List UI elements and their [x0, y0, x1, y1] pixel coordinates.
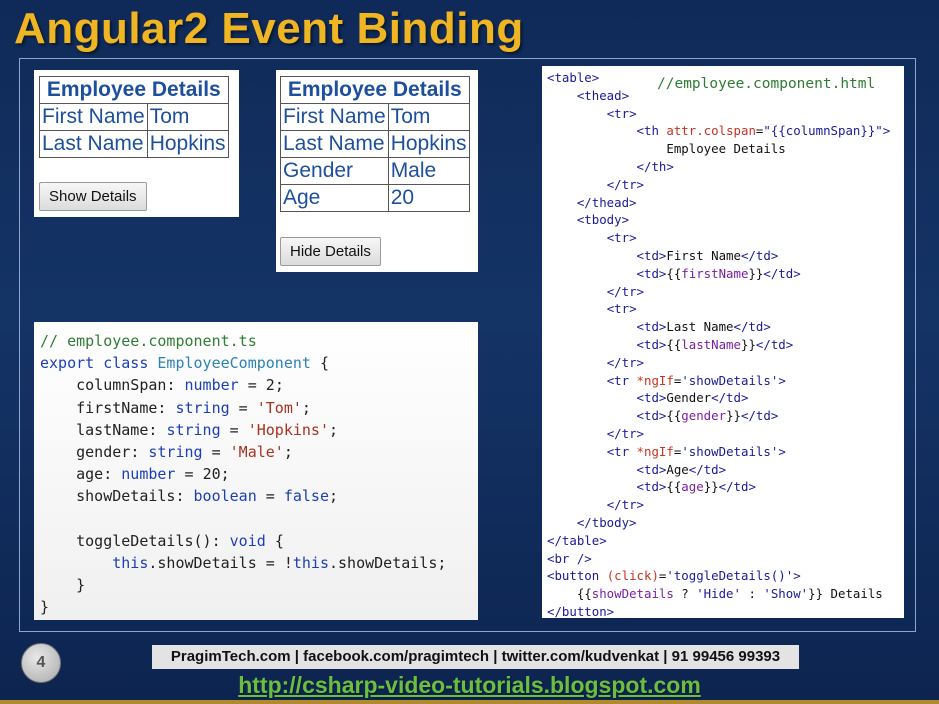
- code-comment: // employee.component.ts: [40, 332, 257, 350]
- table-cell-label: First Name: [39, 103, 148, 131]
- table-row: Last Name Hopkins: [39, 130, 229, 158]
- table-cell-value: Male: [387, 157, 470, 185]
- table-row: Age 20: [280, 184, 470, 212]
- table-cell-label: Last Name: [280, 130, 389, 158]
- hide-details-button[interactable]: Hide Details: [280, 237, 381, 266]
- employee-table-expanded: Employee Details First Name Tom Last Nam…: [280, 76, 470, 212]
- table-row: First Name Tom: [280, 103, 470, 131]
- employee-table-header: Employee Details: [39, 76, 229, 104]
- table-cell-value: Tom: [387, 103, 470, 131]
- table-cell-value: Tom: [146, 103, 229, 131]
- class-name: EmployeeComponent: [157, 354, 311, 373]
- bottom-divider: [0, 700, 939, 704]
- table-row: Last Name Hopkins: [280, 130, 470, 158]
- table-cell-value: Hopkins: [387, 130, 470, 158]
- table-cell-label: Age: [280, 184, 389, 212]
- employee-table-header: Employee Details: [280, 76, 470, 104]
- html-code: <table> <thead> <tr> <th attr.colspan="{…: [547, 70, 891, 619]
- typescript-code-panel: // employee.component.ts export class Em…: [34, 322, 478, 620]
- footer-url-link[interactable]: http://csharp-video-tutorials.blogspot.c…: [0, 672, 939, 699]
- table-row: First Name Tom: [39, 103, 229, 131]
- table-cell-label: Last Name: [39, 130, 148, 158]
- footer-contact-bar: PragimTech.com | facebook.com/pragimtech…: [152, 645, 799, 669]
- table-cell-label: First Name: [280, 103, 389, 131]
- employee-table-collapsed: Employee Details First Name Tom Last Nam…: [39, 76, 229, 158]
- table-cell-value: Hopkins: [146, 130, 229, 158]
- table-row: Gender Male: [280, 157, 470, 185]
- html-code-panel: //employee.component.html <table> <thead…: [542, 66, 904, 619]
- typescript-code: // employee.component.ts export class Em…: [40, 332, 447, 617]
- slide-title: Angular2 Event Binding: [14, 4, 524, 53]
- demo-collapsed-panel: Employee Details First Name Tom Last Nam…: [34, 70, 239, 217]
- show-details-button[interactable]: Show Details: [39, 182, 147, 211]
- demo-expanded-panel: Employee Details First Name Tom Last Nam…: [276, 70, 478, 272]
- table-cell-label: Gender: [280, 157, 389, 185]
- table-cell-value: 20: [387, 184, 470, 212]
